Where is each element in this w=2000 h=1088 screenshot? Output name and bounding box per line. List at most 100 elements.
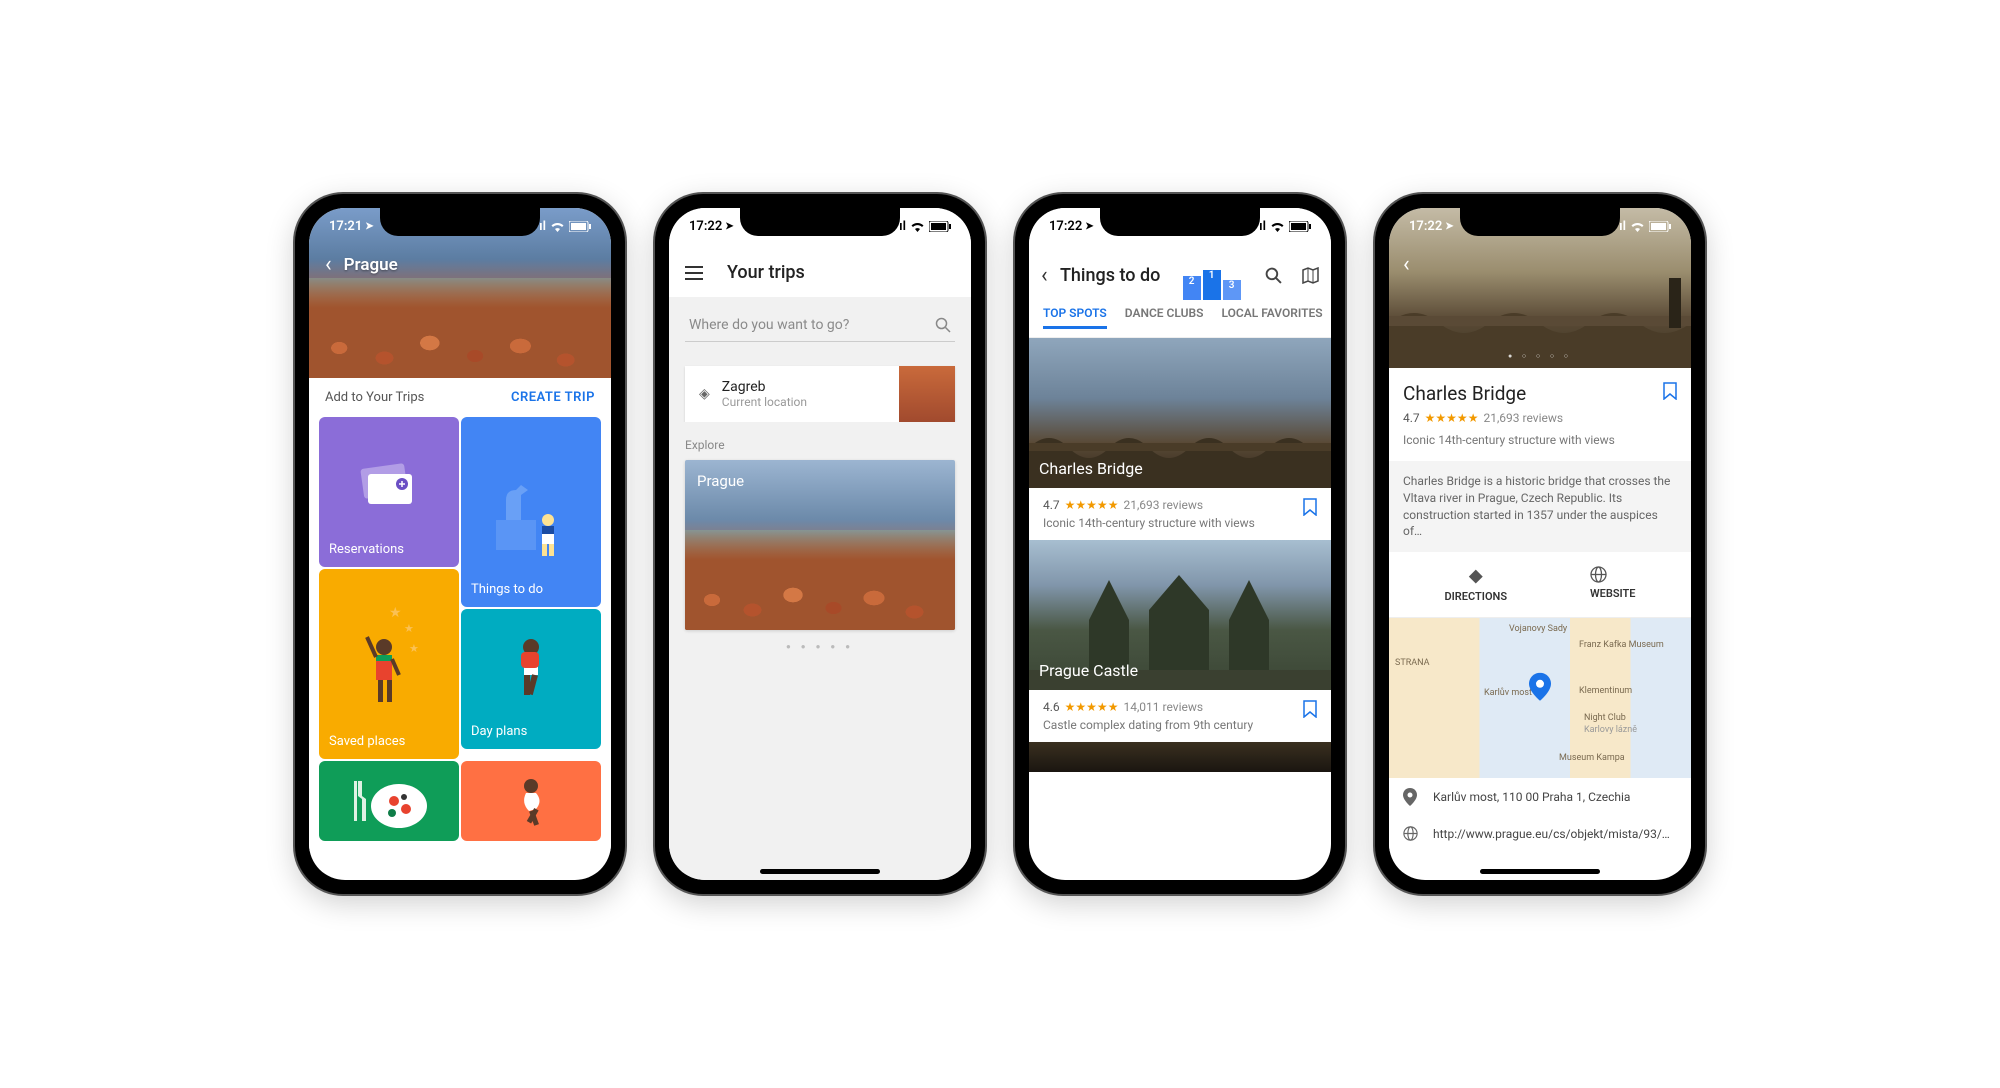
tab-top-spots[interactable]: TOP SPOTS	[1043, 306, 1107, 329]
bookmark-icon[interactable]	[1303, 498, 1317, 516]
spot-image: Charles Bridge	[1029, 338, 1331, 488]
tile-saved-places[interactable]: ★★★ Saved places	[319, 569, 459, 759]
location-sub: Current location	[722, 395, 887, 409]
short-desc: Iconic 14th-century structure with views	[1403, 433, 1677, 447]
spot-name: Charles Bridge	[1039, 459, 1143, 478]
phone-1: 17:21➤ ••ıl ‹ Prague Add to Your Trips C…	[295, 194, 625, 894]
wifi-icon	[1630, 221, 1645, 232]
back-icon[interactable]: ‹	[325, 252, 332, 277]
add-trips-label: Add to Your Trips	[325, 390, 424, 405]
spot-card-prague-castle[interactable]: Prague Castle 4.6 ★★★★★ 14,011 reviews C…	[1029, 540, 1331, 742]
home-indicator[interactable]	[1480, 869, 1600, 874]
review-count: 21,693 reviews	[1483, 411, 1563, 425]
rating-value: 4.7	[1043, 498, 1060, 512]
map-label: Karlův most	[1484, 688, 1532, 698]
current-location-card[interactable]: ◈ Zagreb Current location	[685, 366, 955, 422]
location-icon: ➤	[365, 221, 373, 232]
bookmark-icon[interactable]	[1303, 700, 1317, 718]
tab-local-favorites[interactable]: LOCAL FAVORITES	[1221, 306, 1322, 329]
url-text: http://www.prague.eu/cs/objekt/mista/93/…	[1433, 827, 1670, 841]
address-text: Karlův most, 110 00 Praha 1, Czechia	[1433, 790, 1630, 804]
map-icon[interactable]	[1302, 267, 1319, 284]
things-to-do-icon	[471, 427, 591, 582]
map-label: Night Club	[1584, 713, 1626, 723]
search-input[interactable]: Where do you want to go?	[685, 309, 955, 342]
battery-icon	[929, 221, 951, 232]
tile-day-plans[interactable]: Day plans	[461, 609, 601, 749]
map-label: Franz Kafka Museum	[1579, 640, 1664, 650]
rating-value: 4.7	[1403, 411, 1420, 425]
tabs: TOP SPOTS DANCE CLUBS LOCAL FAVORITES	[1029, 298, 1331, 338]
globe-icon	[1403, 826, 1419, 841]
spot-desc: Iconic 14th-century structure with views	[1043, 516, 1317, 530]
location-icon: ➤	[1085, 221, 1093, 232]
notch	[380, 208, 540, 236]
map-label: Klementinum	[1579, 686, 1632, 696]
pin-icon	[1403, 788, 1419, 806]
directions-icon: ◆	[1444, 566, 1507, 586]
status-time: 17:21	[329, 219, 362, 234]
search-icon	[935, 317, 951, 333]
long-desc: Charles Bridge is a historic bridge that…	[1389, 461, 1691, 552]
spot-card-partial[interactable]	[1029, 742, 1331, 772]
stars-icon: ★★★★★	[1425, 411, 1479, 425]
photo-dots: ● ○ ○ ○ ○	[1508, 352, 1572, 360]
action-bar: Add to Your Trips CREATE TRIP	[309, 378, 611, 417]
notch	[740, 208, 900, 236]
bookmark-icon[interactable]	[1663, 382, 1677, 400]
home-indicator[interactable]	[400, 869, 520, 874]
address-row[interactable]: Karlův most, 110 00 Praha 1, Czechia	[1389, 778, 1691, 816]
website-row[interactable]: http://www.prague.eu/cs/objekt/mista/93/…	[1389, 816, 1691, 851]
spot-desc: Castle complex dating from 9th century	[1043, 718, 1317, 732]
food-icon	[329, 771, 449, 831]
tab-dance-clubs[interactable]: DANCE CLUBS	[1125, 306, 1204, 329]
map[interactable]: STRANA Karlův most Klementinum Franz Kaf…	[1389, 618, 1691, 778]
explore-label: Explore	[669, 422, 971, 460]
battery-icon	[1289, 221, 1311, 232]
location-name: Zagreb	[722, 379, 887, 395]
tile-discover[interactable]	[461, 761, 601, 841]
stars-icon: ★★★★★	[1065, 498, 1119, 512]
status-time: 17:22	[689, 219, 722, 234]
explore-card-prague[interactable]: Prague	[685, 460, 955, 630]
spot-name: Prague Castle	[1039, 661, 1138, 680]
back-icon[interactable]: ‹	[1041, 263, 1048, 288]
phone-4: 17:22➤ ••ıl ‹ ● ○ ○ ○ ○ Charles Bridge 4…	[1375, 194, 1705, 894]
tile-food[interactable]	[319, 761, 459, 841]
podium-illustration: 213	[1173, 250, 1253, 300]
review-count: 14,011 reviews	[1123, 700, 1203, 714]
search-placeholder: Where do you want to go?	[689, 317, 849, 333]
location-icon: ➤	[725, 221, 733, 232]
tile-reservations[interactable]: Reservations	[319, 417, 459, 567]
phone-2: 17:22➤ ••ıl Your trips Where do you want…	[655, 194, 985, 894]
phone-3: 17:22➤ ••ıl ‹ Things to do 213 TOP SPOTS…	[1015, 194, 1345, 894]
status-time: 17:22	[1409, 219, 1442, 234]
menu-icon[interactable]	[685, 266, 703, 280]
svg-text:★: ★	[389, 605, 402, 621]
globe-icon	[1590, 566, 1636, 583]
stars-icon: ★★★★★	[1065, 700, 1119, 714]
page-title: Prague	[344, 255, 398, 275]
map-label: STRANA	[1395, 658, 1430, 668]
create-trip-button[interactable]: CREATE TRIP	[511, 390, 595, 405]
map-label: Karlovy lázně	[1584, 725, 1637, 735]
website-button[interactable]: WEBSITE	[1590, 566, 1636, 603]
directions-button[interactable]: ◆ DIRECTIONS	[1444, 566, 1507, 603]
tile-things-to-do[interactable]: Things to do	[461, 417, 601, 607]
map-label: Museum Kampa	[1559, 753, 1625, 763]
svg-text:★: ★	[404, 622, 414, 635]
search-icon[interactable]	[1265, 267, 1282, 284]
review-count: 21,693 reviews	[1123, 498, 1203, 512]
notch	[1460, 208, 1620, 236]
location-thumb	[899, 366, 955, 422]
day-plans-icon	[471, 619, 591, 724]
page-title: Your trips	[727, 262, 805, 283]
explore-card-title: Prague	[697, 472, 744, 490]
map-label: Vojanovy Sady	[1509, 624, 1567, 634]
page-title: Things to do	[1060, 265, 1160, 286]
place-title: Charles Bridge	[1403, 382, 1677, 405]
wifi-icon	[1270, 221, 1285, 232]
map-pin-icon	[1529, 673, 1551, 701]
home-indicator[interactable]	[760, 869, 880, 874]
spot-card-charles-bridge[interactable]: Charles Bridge 4.7 ★★★★★ 21,693 reviews …	[1029, 338, 1331, 540]
